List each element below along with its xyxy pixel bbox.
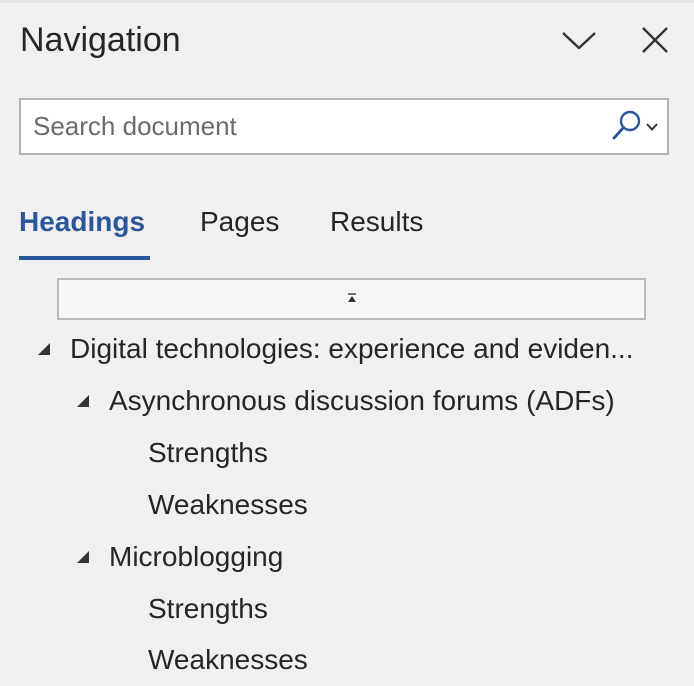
chevron-down-icon <box>561 30 597 50</box>
heading-item-level1[interactable]: Digital technologies: experience and evi… <box>30 323 650 375</box>
chevron-down-small-icon <box>646 118 658 136</box>
tab-results[interactable]: Results <box>330 200 423 262</box>
tab-results-label: Results <box>330 206 424 237</box>
heading-item-level2[interactable]: Microblogging <box>69 531 283 583</box>
pane-title: Navigation <box>20 21 181 59</box>
heading-item-level3[interactable]: Strengths <box>148 427 268 479</box>
expanded-triangle-icon[interactable] <box>69 387 97 415</box>
search-icon <box>612 109 642 146</box>
tab-headings[interactable]: Headings <box>19 200 150 262</box>
heading-label: Strengths <box>148 437 268 468</box>
heading-label: Digital technologies: experience and evi… <box>70 333 634 364</box>
heading-label: Weaknesses <box>148 489 308 520</box>
close-pane-button[interactable] <box>633 20 677 60</box>
heading-item-level2[interactable]: Asynchronous discussion forums (ADFs) <box>69 375 615 427</box>
heading-label: Microblogging <box>109 541 284 572</box>
search-options-button[interactable] <box>607 108 663 146</box>
pane-options-button[interactable] <box>557 20 601 60</box>
heading-item-level3[interactable]: Weaknesses <box>148 634 308 686</box>
search-input[interactable] <box>33 108 603 144</box>
expanded-triangle-icon[interactable] <box>69 543 97 571</box>
jump-to-top-icon <box>347 290 357 308</box>
tab-pages[interactable]: Pages <box>200 200 279 262</box>
heading-item-level3[interactable]: Weaknesses <box>148 479 308 531</box>
heading-item-level3[interactable]: Strengths <box>148 583 268 635</box>
pane-top-edge <box>0 0 694 3</box>
heading-label: Asynchronous discussion forums (ADFs) <box>109 385 615 416</box>
tab-pages-label: Pages <box>200 206 280 237</box>
close-icon <box>641 26 669 54</box>
tab-headings-label: Headings <box>19 206 146 237</box>
heading-label: Strengths <box>148 593 268 624</box>
navigation-pane: Navigation Search document Headings Page… <box>0 0 694 686</box>
expanded-triangle-icon[interactable] <box>30 335 58 363</box>
heading-label: Weaknesses <box>148 644 308 675</box>
search-box <box>19 98 669 155</box>
active-tab-indicator <box>19 256 150 260</box>
jump-to-beginning-button[interactable] <box>57 278 646 320</box>
